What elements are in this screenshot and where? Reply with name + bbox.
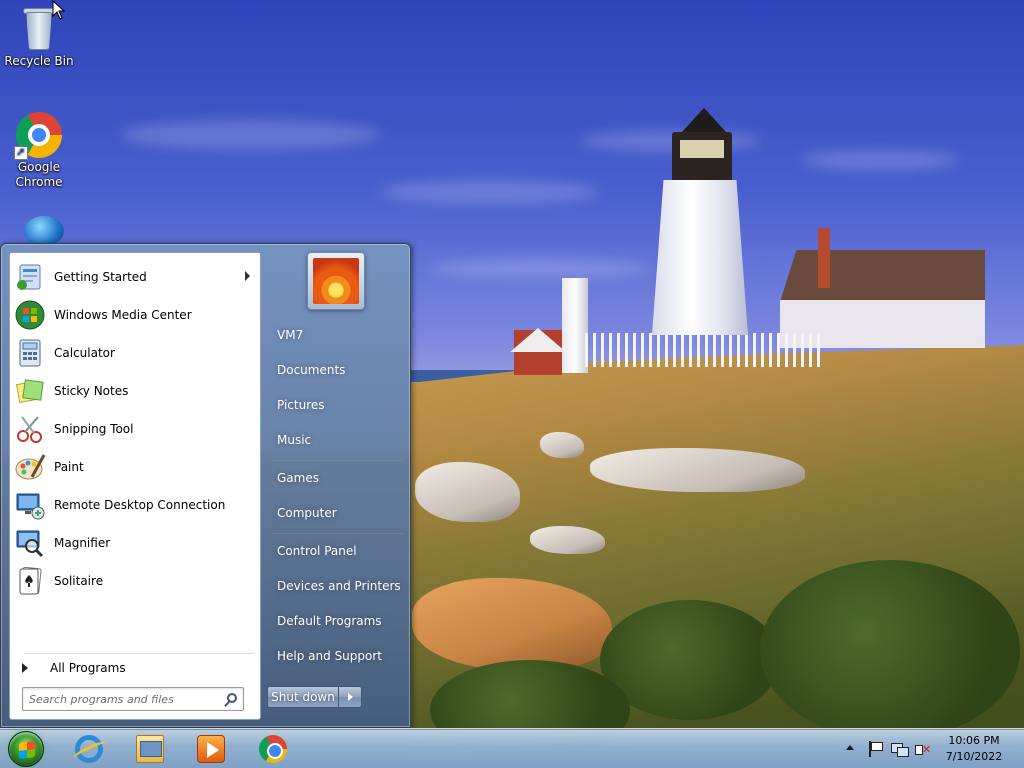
place-control-panel[interactable]: Control Panel — [263, 536, 403, 566]
program-label: Snipping Tool — [54, 422, 134, 436]
taskbar-clock[interactable]: 10:06 PM 7/10/2022 — [930, 733, 1018, 765]
place-pictures[interactable]: Pictures — [263, 390, 403, 420]
place-computer[interactable]: Computer — [263, 498, 403, 528]
program-sticky-notes[interactable]: Sticky Notes — [12, 373, 258, 409]
magnifier-icon — [14, 527, 46, 559]
start-button[interactable] — [8, 731, 44, 767]
place-help-and-support[interactable]: Help and Support — [263, 641, 403, 671]
all-programs-label: All Programs — [50, 661, 126, 675]
shut-down-button[interactable]: Shut down — [267, 686, 339, 708]
search-input[interactable] — [29, 689, 219, 709]
program-label: Remote Desktop Connection — [54, 498, 226, 512]
user-account-picture[interactable] — [307, 252, 365, 310]
desktop-icon-label: Recycle Bin — [4, 54, 74, 68]
program-label: Calculator — [54, 346, 115, 360]
place-label: Control Panel — [277, 544, 357, 558]
program-calculator[interactable]: Calculator — [12, 335, 258, 371]
program-getting-started[interactable]: Getting Started — [12, 259, 258, 295]
windows-logo-icon — [19, 741, 35, 759]
taskbar-pin-internet-explorer[interactable] — [60, 731, 118, 767]
program-paint[interactable]: Paint — [12, 449, 258, 485]
internet-explorer-icon — [75, 735, 103, 763]
program-label: Paint — [54, 460, 84, 474]
program-label: Solitaire — [54, 574, 104, 588]
places-separator — [271, 460, 403, 461]
network-icon[interactable] — [890, 740, 909, 758]
windows-media-player-icon — [197, 735, 225, 763]
taskbar-pin-windows-explorer[interactable] — [121, 731, 179, 767]
all-programs-button[interactable]: All Programs — [12, 655, 258, 681]
place-documents[interactable]: Documents — [263, 355, 403, 385]
chrome-icon — [259, 735, 287, 763]
programs-separator — [24, 653, 254, 654]
program-windows-media-center[interactable]: Windows Media Center — [12, 297, 258, 333]
globe-icon — [24, 216, 64, 246]
taskbar: 10:06 PM 7/10/2022 — [0, 728, 1024, 768]
place-games[interactable]: Games — [263, 463, 403, 493]
show-hidden-icons-button[interactable] — [846, 745, 854, 750]
place-user-folder[interactable]: VM7 — [263, 320, 403, 350]
calculator-icon — [14, 337, 46, 369]
shut-down-label: Shut down — [271, 690, 335, 704]
program-remote-desktop-connection[interactable]: Remote Desktop Connection — [12, 487, 258, 523]
shortcut-arrow-icon — [14, 144, 28, 160]
place-label: Help and Support — [277, 649, 382, 663]
shut-down-options-button[interactable] — [338, 686, 362, 708]
program-magnifier[interactable]: Magnifier — [12, 525, 258, 561]
start-menu: Getting Started Windows Media Center Cal… — [0, 243, 411, 728]
place-label: Pictures — [277, 398, 325, 412]
place-label: Games — [277, 471, 319, 485]
search-icon[interactable] — [227, 693, 237, 703]
place-default-programs[interactable]: Default Programs — [263, 606, 403, 636]
program-label: Magnifier — [54, 536, 111, 550]
program-label: Sticky Notes — [54, 384, 129, 398]
media-center-icon — [14, 299, 46, 331]
taskbar-pin-google-chrome[interactable] — [244, 731, 302, 767]
places-separator — [271, 533, 403, 534]
place-label: Computer — [277, 506, 337, 520]
windows-explorer-icon — [136, 735, 164, 763]
place-label: Documents — [277, 363, 346, 377]
paint-icon — [14, 451, 46, 483]
program-label: Windows Media Center — [54, 308, 192, 322]
taskbar-pin-windows-media-player[interactable] — [182, 731, 240, 767]
clock-date: 7/10/2022 — [945, 750, 1003, 763]
program-solitaire[interactable]: Solitaire — [12, 563, 258, 599]
start-search-box[interactable] — [22, 687, 244, 711]
desktop-icon-google-chrome[interactable]: Google Chrome — [1, 112, 77, 190]
program-snipping-tool[interactable]: Snipping Tool — [12, 411, 258, 447]
place-devices-and-printers[interactable]: Devices and Printers — [263, 571, 403, 601]
clock-time: 10:06 PM — [948, 734, 1000, 747]
recycle-bin-icon — [22, 6, 56, 52]
chrome-icon — [14, 112, 62, 160]
remote-desktop-icon — [14, 489, 46, 521]
desktop-icon-label: Google Chrome — [15, 160, 63, 189]
sticky-notes-icon — [14, 375, 46, 407]
place-label: Music — [277, 433, 312, 447]
place-label: Default Programs — [277, 614, 382, 628]
snipping-tool-icon — [14, 413, 46, 445]
flower-picture-icon — [313, 258, 359, 304]
submenu-arrow-icon[interactable] — [245, 271, 250, 281]
solitaire-icon — [14, 565, 46, 597]
getting-started-icon — [14, 261, 46, 293]
arrow-right-icon — [22, 663, 28, 673]
start-menu-programs-pane: Getting Started Windows Media Center Cal… — [9, 252, 261, 720]
program-label: Getting Started — [54, 270, 147, 284]
place-label: Devices and Printers — [277, 579, 401, 593]
place-label: VM7 — [277, 328, 304, 342]
place-music[interactable]: Music — [263, 425, 403, 455]
action-center-flag-icon[interactable] — [866, 740, 884, 758]
